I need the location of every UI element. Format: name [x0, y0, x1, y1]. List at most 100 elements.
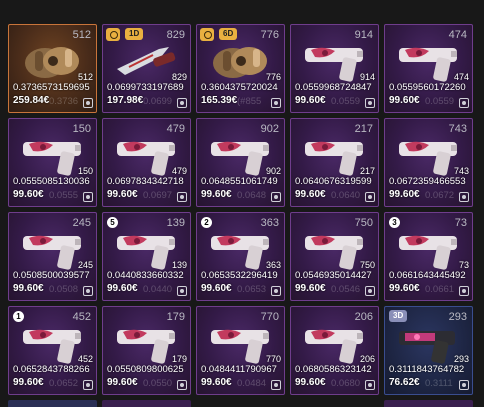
next-row-peek-1	[8, 400, 97, 407]
inspect-icon[interactable]	[459, 380, 469, 390]
item-price: 259.84€	[13, 95, 50, 106]
pattern-index-overlay: 743	[453, 166, 469, 176]
item-price: 99.60€	[201, 283, 232, 294]
pattern-index-overlay: 217	[359, 166, 375, 176]
inspect-icon[interactable]	[83, 98, 93, 108]
float-value: 0.3111843764782	[389, 364, 465, 375]
float-ghost-text: 0.0648	[237, 190, 267, 201]
float-value: 0.0672359466553	[389, 176, 466, 187]
inventory-grid: 512 512 0.3736 0.3736573159695 259.84€ 1D 829 8…	[8, 24, 473, 395]
trade-hold-badge: 3D	[389, 310, 408, 322]
inventory-item-card[interactable]: 3 73 73 0.0661 0.0661643445492 99.60€	[384, 212, 473, 301]
inspect-icon[interactable]	[177, 286, 187, 296]
trade-lock-icon	[200, 28, 214, 41]
pattern-index: 73	[454, 217, 467, 229]
float-ghost-text: 0.0640	[331, 190, 361, 201]
item-price: 99.60€	[295, 189, 326, 200]
pattern-index-overlay: 363	[265, 260, 281, 270]
inspect-icon[interactable]	[83, 380, 93, 390]
inventory-item-card[interactable]: 206 206 0.0680 0.0680586323142 99.60€	[290, 306, 379, 395]
pattern-index: 914	[354, 29, 373, 41]
pattern-index: 206	[354, 311, 373, 323]
float-ghost-text: 0.0699	[143, 96, 173, 107]
float-ghost-text: 0.0559	[331, 96, 361, 107]
inspect-icon[interactable]	[365, 98, 375, 108]
inventory-item-card[interactable]: 914 914 0.0559 0.0559968724847 99.60€	[290, 24, 379, 113]
inspect-icon[interactable]	[459, 98, 469, 108]
float-value: 0.0648551061749	[201, 176, 278, 187]
pattern-index-overlay: 73	[458, 260, 469, 270]
pattern-index-overlay: 829	[171, 72, 187, 82]
float-ghost-text: 0.0653	[237, 284, 267, 295]
inspect-icon[interactable]	[177, 192, 187, 202]
pattern-index-overlay: 512	[77, 72, 93, 82]
pattern-index: 452	[72, 311, 91, 323]
inspect-icon[interactable]	[271, 286, 281, 296]
inspect-icon[interactable]	[177, 380, 187, 390]
pattern-index: 217	[354, 123, 373, 135]
item-price: 99.60€	[295, 377, 326, 388]
float-ghost-text: 0.0555	[49, 190, 79, 201]
pattern-index: 245	[72, 217, 91, 229]
float-ghost-text: 0.0559	[425, 96, 455, 107]
inventory-item-card[interactable]: 217 217 0.0640 0.0640676319599 99.60€	[290, 118, 379, 207]
inventory-item-card[interactable]: 902 902 0.0648 0.0648551061749 99.60€	[196, 118, 285, 207]
float-value: 0.0653532296419	[201, 270, 278, 281]
inventory-item-card[interactable]: 1 452 452 0.0652 0.0652843788266 99.60€	[8, 306, 97, 395]
float-value: 0.0559560172260	[389, 82, 466, 93]
pattern-index-overlay: 150	[77, 166, 93, 176]
trade-lock-icon	[106, 28, 120, 41]
item-price: 99.60€	[13, 377, 44, 388]
item-price: 99.60€	[295, 95, 326, 106]
inventory-item-card[interactable]: 479 479 0.0697 0.0697834342718 99.60€	[102, 118, 191, 207]
float-value: 0.0680586323142	[295, 364, 372, 375]
sticker-count-badge: 5	[107, 217, 118, 228]
pattern-index-overlay: 902	[265, 166, 281, 176]
inventory-item-card[interactable]: 150 150 0.0555 0.0555085130036 99.60€	[8, 118, 97, 207]
inventory-item-card[interactable]: 474 474 0.0559 0.0559560172260 99.60€	[384, 24, 473, 113]
inventory-item-card[interactable]: 770 770 0.0484 0.0484411790967 99.60€	[196, 306, 285, 395]
inventory-item-card[interactable]: 1D 829 829 0.0699 0.0699733197689 197.98€	[102, 24, 191, 113]
pattern-index-overlay: 452	[77, 354, 93, 364]
inspect-icon[interactable]	[459, 286, 469, 296]
inventory-item-card[interactable]: 5 139 139 0.0440 0.0440833660332 99.60€	[102, 212, 191, 301]
pattern-index-overlay: 293	[453, 354, 469, 364]
float-value: 0.0559968724847	[295, 82, 372, 93]
inspect-icon[interactable]	[83, 286, 93, 296]
inspect-icon[interactable]	[271, 192, 281, 202]
sticker-count-badge: 1	[13, 311, 24, 322]
pistol-icon	[399, 235, 457, 270]
item-price: 165.39€	[201, 95, 238, 106]
float-value: 0.0555085130036	[13, 176, 90, 187]
item-price: 76.62€	[389, 377, 420, 388]
inventory-item-card[interactable]: 179 179 0.0550 0.0550809800625 99.60€	[102, 306, 191, 395]
item-price: 99.60€	[201, 377, 232, 388]
inspect-icon[interactable]	[271, 98, 281, 108]
inspect-icon[interactable]	[365, 380, 375, 390]
pattern-index-overlay: 206	[359, 354, 375, 364]
inspect-icon[interactable]	[365, 192, 375, 202]
trade-hold-badge: 6D	[219, 28, 238, 40]
inventory-item-card[interactable]: 3D 293 293 0.3111 0.3111843764782 76.62€	[384, 306, 473, 395]
float-value: 0.0508500039577	[13, 270, 90, 281]
inspect-icon[interactable]	[271, 380, 281, 390]
item-price: 99.60€	[389, 95, 420, 106]
inspect-icon[interactable]	[365, 286, 375, 296]
next-row-peek-5	[384, 400, 473, 407]
pattern-index: 776	[260, 29, 279, 41]
inventory-item-card[interactable]: 245 245 0.0508 0.0508500039577 99.60€	[8, 212, 97, 301]
inventory-item-card[interactable]: 743 743 0.0672 0.0672359466553 99.60€	[384, 118, 473, 207]
pattern-index: 150	[72, 123, 91, 135]
inventory-item-card[interactable]: 2 363 363 0.0653 0.0653532296419 99.60€	[196, 212, 285, 301]
inspect-icon[interactable]	[459, 192, 469, 202]
item-price: 99.60€	[13, 189, 44, 200]
pattern-index-overlay: 479	[171, 166, 187, 176]
sticker-count-badge: 3	[389, 217, 400, 228]
item-price: 99.60€	[295, 283, 326, 294]
inspect-icon[interactable]	[83, 192, 93, 202]
inventory-item-card[interactable]: 750 750 0.0546 0.0546935014427 99.60€	[290, 212, 379, 301]
inventory-item-card[interactable]: 512 512 0.3736 0.3736573159695 259.84€	[8, 24, 97, 113]
float-ghost-text: 0.0680	[331, 378, 361, 389]
inspect-icon[interactable]	[177, 98, 187, 108]
inventory-item-card[interactable]: 6D 776 776 (#855 0.3604375720024 165.39€	[196, 24, 285, 113]
